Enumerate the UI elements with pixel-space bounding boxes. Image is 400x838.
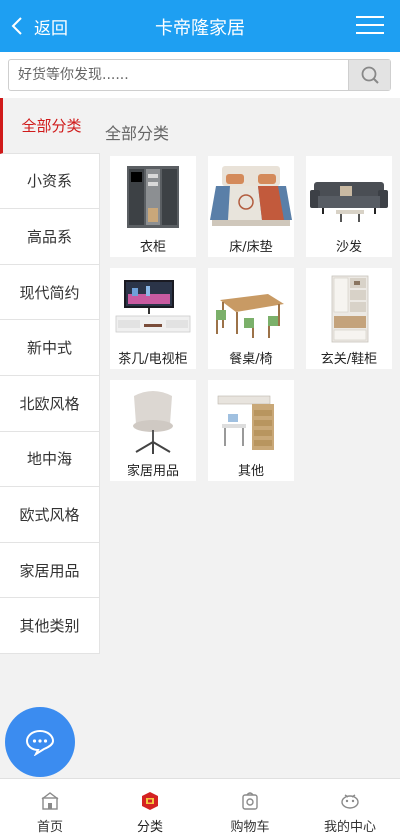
sidebar-item-label: 家居用品: [19, 561, 80, 580]
tab-label: 我的中心: [323, 820, 376, 835]
search-icon: [361, 66, 379, 84]
sidebar-item-other[interactable]: 其他类别: [0, 598, 100, 654]
tab-my-center[interactable]: 我的中心: [300, 779, 400, 838]
tab-label: 分类: [136, 820, 163, 835]
sidebar-item-xiaozi[interactable]: 小资系: [0, 153, 100, 210]
wardrobe-icon: [127, 166, 179, 228]
category-label: 沙发: [335, 240, 362, 255]
tab-label: 购物车: [230, 820, 270, 835]
bed-icon: [210, 166, 292, 226]
tv-cabinet-icon: [115, 280, 191, 333]
category-item-dining-table[interactable]: 餐桌/椅: [208, 268, 294, 369]
chair-icon: [133, 391, 173, 454]
app-header: 返回 卡帝隆家居: [0, 0, 400, 52]
sidebar-item-gaopin[interactable]: 高品系: [0, 209, 100, 265]
chevron-left-icon: [11, 17, 22, 35]
section-title: 全部分类: [105, 124, 170, 143]
sidebar-item-label: 小资系: [26, 172, 72, 191]
category-item-bed[interactable]: 床/床垫: [208, 156, 294, 257]
sidebar-item-label: 全部分类: [21, 116, 82, 135]
home-icon: [41, 792, 59, 810]
sidebar-item-label: 高品系: [26, 227, 72, 246]
chat-button[interactable]: [5, 707, 75, 777]
search-box: [8, 59, 391, 91]
sofa-icon: [310, 182, 388, 222]
category-item-home-goods[interactable]: 家居用品: [110, 380, 196, 481]
bunk-bed-icon: [217, 395, 274, 450]
sidebar-item-label: 现代简约: [19, 283, 80, 302]
sidebar-item-european[interactable]: 欧式风格: [0, 487, 100, 543]
category-label: 餐桌/椅: [229, 352, 273, 367]
category-label: 其他: [237, 464, 264, 479]
search-bar: [0, 52, 400, 98]
category-sidebar: 全部分类 小资系 高品系 现代简约 新中式 北欧风格 地中海 欧式风格 家居用品…: [0, 98, 100, 654]
sidebar-item-home-goods[interactable]: 家居用品: [0, 542, 100, 599]
sidebar-item-label: 新中式: [26, 339, 72, 358]
sidebar-item-nordic[interactable]: 北欧风格: [0, 375, 100, 432]
menu-icon[interactable]: [356, 16, 384, 36]
bottom-tab-bar: 首页 分类 购物车 我的中心: [0, 778, 400, 838]
cart-icon: [242, 792, 258, 810]
back-button[interactable]: 返回: [10, 12, 68, 40]
sidebar-item-new-chinese[interactable]: 新中式: [0, 320, 100, 376]
category-item-tv-cabinet[interactable]: 茶几/电视柜: [110, 268, 196, 369]
tab-cart[interactable]: 购物车: [200, 779, 300, 838]
back-label: 返回: [34, 18, 68, 39]
category-icon: [142, 792, 158, 810]
chat-bubble-icon: [25, 729, 55, 756]
dining-table-icon: [216, 294, 284, 338]
shoe-cabinet-icon: [331, 275, 369, 343]
tab-category[interactable]: 分类: [100, 779, 200, 838]
category-label: 床/床垫: [229, 240, 273, 255]
category-label: 茶几/电视柜: [118, 352, 188, 367]
category-label: 衣柜: [139, 240, 166, 255]
sidebar-item-label: 欧式风格: [19, 505, 80, 524]
category-item-sofa[interactable]: 沙发: [306, 156, 392, 257]
category-item-wardrobe[interactable]: 衣柜: [110, 156, 196, 257]
search-input[interactable]: [9, 60, 345, 90]
sidebar-item-modern[interactable]: 现代简约: [0, 264, 100, 321]
category-label: 玄关/鞋柜: [320, 352, 378, 367]
category-item-shoe-cabinet[interactable]: 玄关/鞋柜: [306, 268, 392, 369]
category-label: 家居用品: [126, 464, 179, 479]
user-icon: [341, 794, 359, 809]
sidebar-item-all[interactable]: 全部分类: [0, 98, 100, 154]
tab-label: 首页: [36, 820, 63, 835]
category-item-other[interactable]: 其他: [208, 380, 294, 481]
sidebar-item-mediterranean[interactable]: 地中海: [0, 431, 100, 488]
sidebar-item-label: 北欧风格: [19, 394, 80, 413]
sidebar-item-label: 其他类别: [19, 617, 80, 636]
sidebar-item-label: 地中海: [26, 450, 72, 469]
tab-home[interactable]: 首页: [0, 779, 100, 838]
search-button[interactable]: [348, 60, 390, 90]
